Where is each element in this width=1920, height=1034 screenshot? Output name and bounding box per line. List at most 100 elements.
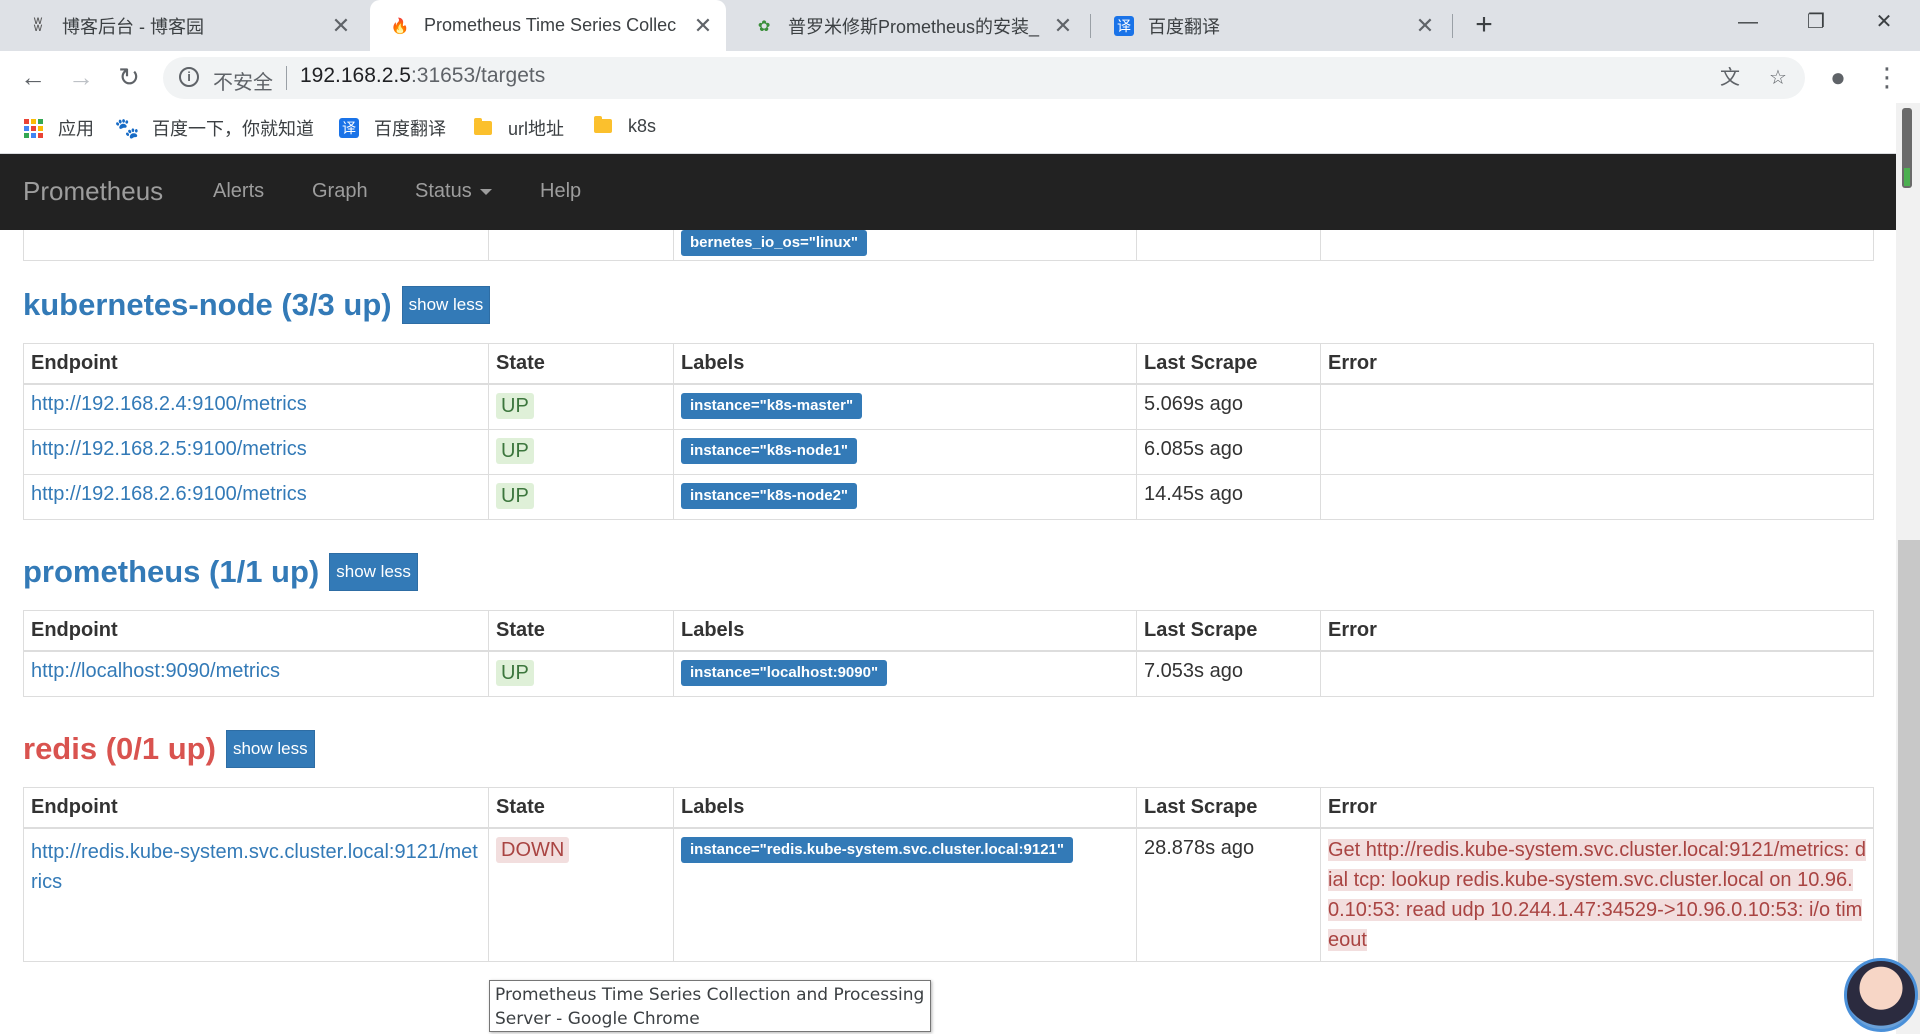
state-badge: UP — [496, 483, 534, 509]
last-scrape-cell: 14.45s ago — [1136, 474, 1321, 520]
nav-help[interactable]: Help — [540, 180, 581, 203]
window-title-tooltip: Prometheus Time Series Collection and Pr… — [489, 980, 931, 1032]
restore-icon[interactable]: ❐ — [1786, 0, 1846, 44]
reload-icon[interactable]: ↻ — [112, 60, 146, 94]
nav-alerts[interactable]: Alerts — [213, 180, 264, 203]
translate-icon: 译 — [338, 117, 360, 139]
bookmarks-bar: 应用 🐾 百度一下，你就知道 译 百度翻译 url地址 k8s — [0, 103, 1920, 154]
tab-close-icon[interactable]: ✕ — [328, 13, 354, 39]
bookmark-star-icon[interactable]: ☆ — [1765, 65, 1791, 91]
error-cell — [1320, 474, 1874, 520]
bookmark-label: 应用 — [58, 119, 94, 139]
url-text[interactable]: 192.168.2.5:31653/targets — [300, 64, 545, 88]
job-title[interactable]: kubernetes-node (3/3 up) — [23, 287, 392, 323]
scrollbar-find-marker — [1904, 168, 1910, 186]
tab-title: 百度翻译 — [1148, 16, 1220, 37]
table-header-row: Endpoint State Labels Last Scrape Error — [23, 343, 1874, 385]
last-scrape-cell: 5.069s ago — [1136, 383, 1321, 430]
bookmark-label: 百度翻译 — [374, 119, 446, 139]
tab-close-icon[interactable]: ✕ — [1412, 13, 1438, 39]
show-less-button[interactable]: show less — [401, 286, 491, 324]
col-header-endpoint: Endpoint — [23, 343, 489, 385]
label-badge: instance="k8s-node2" — [681, 483, 858, 509]
forward-arrow-icon[interactable]: → — [64, 60, 98, 94]
endpoint-link[interactable]: http://192.168.2.6:9100/metrics — [31, 483, 307, 505]
tab-separator — [1452, 14, 1453, 38]
error-cell — [1320, 383, 1874, 430]
floating-avatar-icon[interactable] — [1844, 958, 1918, 1032]
nav-status-label: Status — [415, 180, 472, 202]
prometheus-flame-icon: 🔥 — [390, 17, 410, 35]
job-table-prometheus: Endpoint State Labels Last Scrape Error … — [23, 610, 1874, 697]
col-header-last-scrape: Last Scrape — [1136, 343, 1321, 385]
bookmark-baidu[interactable]: 🐾 百度一下，你就知道 — [114, 115, 314, 141]
bookmark-folder-url[interactable]: url地址 — [472, 115, 564, 141]
last-scrape-cell: 6.085s ago — [1136, 429, 1321, 475]
scrollbar-track-highlight — [1898, 540, 1920, 1000]
folder-icon — [472, 117, 494, 139]
previous-job-table-fragment: bernetes_io_os="linux" — [23, 230, 1874, 261]
bookmark-folder-k8s[interactable]: k8s — [592, 115, 656, 137]
endpoint-cell — [23, 230, 489, 261]
endpoint-link[interactable]: http://192.168.2.4:9100/metrics — [31, 393, 307, 415]
window-close-icon[interactable]: ✕ — [1854, 0, 1914, 44]
browser-tab-cnblogs[interactable]: ʬ 博客后台 - 博客园 ✕ — [8, 0, 364, 51]
menu-kebab-icon[interactable]: ⋮ — [1870, 60, 1904, 94]
endpoint-link[interactable]: http://localhost:9090/metrics — [31, 660, 280, 682]
col-header-labels: Labels — [673, 787, 1137, 829]
address-bar[interactable]: i 不安全 192.168.2.5:31653/targets 文 ☆ — [163, 57, 1805, 99]
table-row: http://192.168.2.5:9100/metrics UP insta… — [23, 429, 1874, 475]
bookmark-apps[interactable]: 应用 — [22, 115, 94, 141]
col-header-last-scrape: Last Scrape — [1136, 610, 1321, 652]
col-header-labels: Labels — [673, 343, 1137, 385]
baidu-paw-icon: 🐾 — [114, 117, 140, 140]
col-header-error: Error — [1320, 610, 1874, 652]
job-table-kubernetes-node: Endpoint State Labels Last Scrape Error … — [23, 343, 1874, 520]
nav-graph[interactable]: Graph — [312, 180, 368, 203]
col-header-error: Error — [1320, 787, 1874, 829]
col-header-state: State — [488, 343, 674, 385]
browser-tab-prometheus[interactable]: 🔥 Prometheus Time Series Collec ✕ — [370, 0, 726, 51]
error-text: Get http://redis.kube-system.svc.cluster… — [1328, 839, 1866, 951]
apps-grid-icon — [22, 117, 44, 139]
new-tab-plus-icon[interactable]: + — [1467, 8, 1501, 42]
job-title[interactable]: redis (0/1 up) — [23, 731, 216, 767]
browser-tab-strip: ʬ 博客后台 - 博客园 ✕ 🔥 Prometheus Time Series … — [0, 0, 1920, 51]
col-header-endpoint: Endpoint — [23, 610, 489, 652]
tab-close-icon[interactable]: ✕ — [1050, 13, 1076, 39]
job-header-redis: redis (0/1 up) show less — [23, 730, 315, 768]
table-row: http://192.168.2.6:9100/metrics UP insta… — [23, 474, 1874, 520]
bookmark-baidu-translate[interactable]: 译 百度翻译 — [338, 115, 446, 141]
info-icon[interactable]: i — [179, 67, 199, 87]
state-badge: UP — [496, 393, 534, 419]
browser-tab-baidu-translate[interactable]: 译 百度翻译 ✕ — [1094, 0, 1448, 51]
browser-toolbar: ← → ↻ i 不安全 192.168.2.5:31653/targets 文 … — [0, 51, 1920, 103]
minimize-icon[interactable]: — — [1718, 0, 1778, 44]
table-row: http://localhost:9090/metrics UP instanc… — [23, 650, 1874, 697]
tab-close-icon[interactable]: ✕ — [690, 13, 716, 39]
label-badge: instance="localhost:9090" — [681, 660, 888, 686]
show-less-button[interactable]: show less — [225, 730, 315, 768]
browser-tab-install-article[interactable]: ✿ 普罗米修斯Prometheus的安装_ ✕ — [734, 0, 1086, 51]
url-path: :31653/targets — [410, 64, 546, 87]
label-badge: bernetes_io_os="linux" — [681, 230, 868, 256]
job-title[interactable]: prometheus (1/1 up) — [23, 554, 319, 590]
not-secure-label: 不安全 — [213, 72, 273, 94]
error-cell — [1320, 650, 1874, 697]
state-badge: DOWN — [496, 837, 570, 863]
show-less-button[interactable]: show less — [329, 553, 418, 591]
profile-avatar-icon[interactable]: ● — [1821, 60, 1855, 94]
col-header-last-scrape: Last Scrape — [1136, 787, 1321, 829]
state-badge: UP — [496, 660, 534, 686]
navbar-brand[interactable]: Prometheus — [23, 176, 163, 207]
article-favicon-icon: ✿ — [757, 17, 771, 35]
col-header-endpoint: Endpoint — [23, 787, 489, 829]
back-arrow-icon[interactable]: ← — [16, 60, 50, 94]
bookmark-label: k8s — [628, 115, 657, 136]
endpoint-link[interactable]: http://192.168.2.5:9100/metrics — [31, 438, 307, 460]
endpoint-link[interactable]: http://redis.kube-system.svc.cluster.loc… — [31, 841, 478, 893]
last-scrape-cell: 28.878s ago — [1136, 827, 1321, 962]
nav-status-dropdown[interactable]: Status — [415, 180, 492, 203]
translate-page-icon[interactable]: 文 — [1717, 65, 1743, 91]
label-badge: instance="k8s-node1" — [681, 438, 858, 464]
